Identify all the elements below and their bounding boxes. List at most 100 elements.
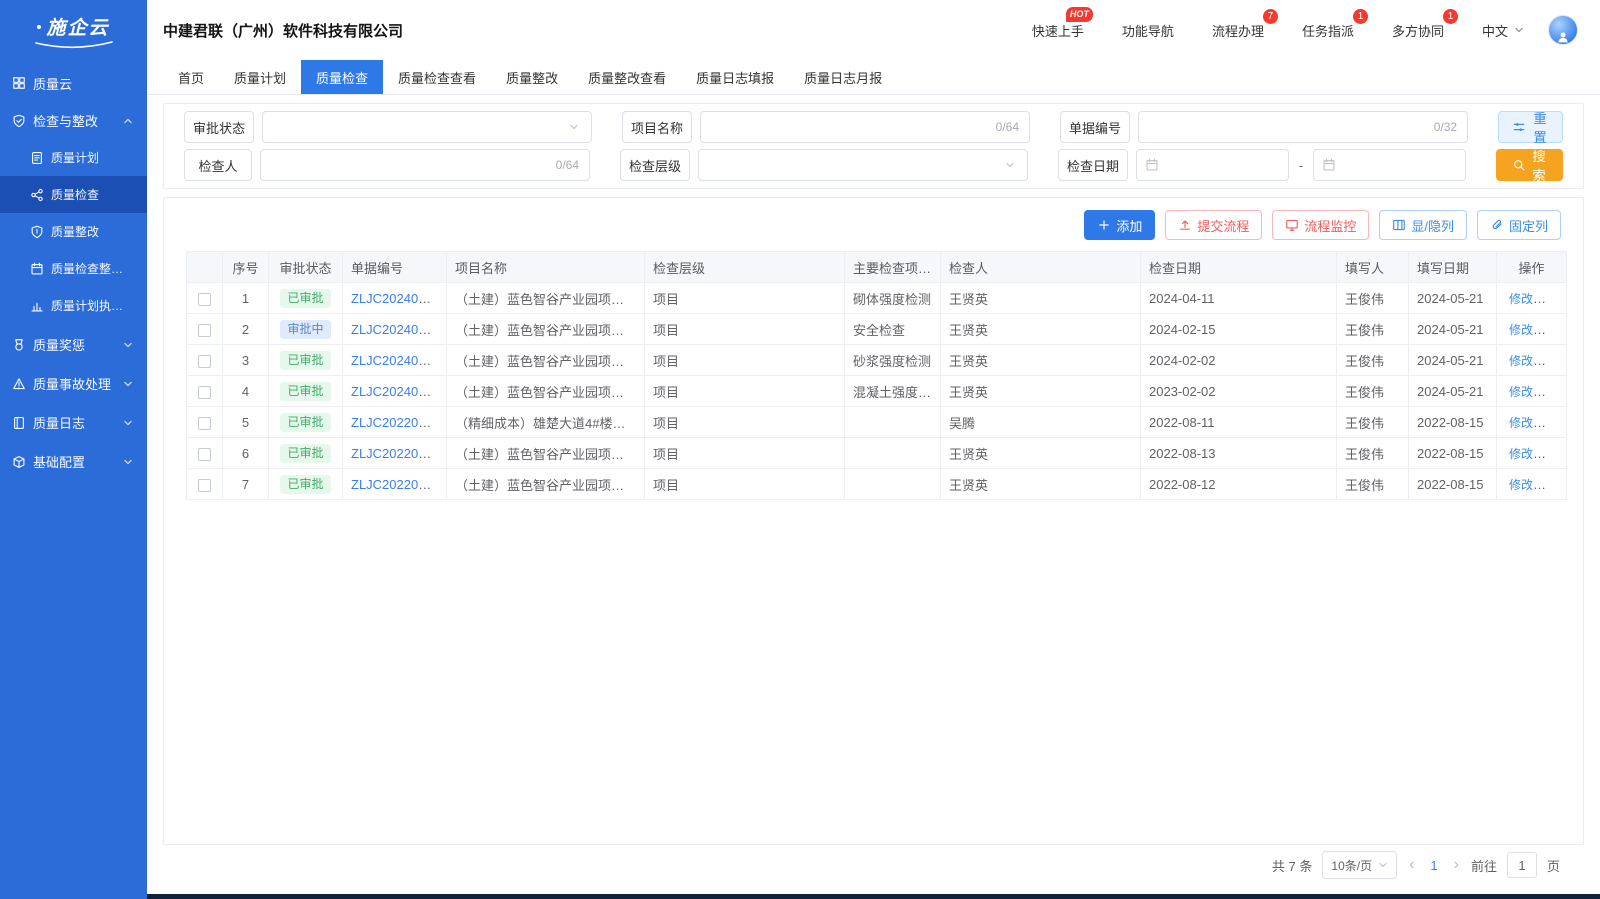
tab-quality-rectification-view[interactable]: 质量整改查看 bbox=[573, 60, 681, 94]
tab-quality-inspection[interactable]: 质量检查 bbox=[301, 60, 383, 94]
submit-process-button[interactable]: 提交流程 bbox=[1165, 210, 1262, 240]
page-size-select[interactable]: 10条/页 bbox=[1322, 851, 1397, 879]
row-checkbox[interactable] bbox=[198, 355, 211, 368]
approval-status-select[interactable] bbox=[262, 111, 592, 143]
edit-link[interactable]: 修改 bbox=[1509, 478, 1533, 492]
doc-number-link[interactable]: ZLJC2022080174 bbox=[351, 415, 447, 430]
sidebar-group-quality-rewards-penalties[interactable]: 质量奖惩 bbox=[0, 326, 147, 363]
nav-feature-navigation[interactable]: 功能导航 bbox=[1122, 21, 1174, 40]
filter-approval-status: 审批状态 bbox=[184, 111, 592, 143]
nav-multi-party-collaboration[interactable]: 多方协同1 bbox=[1392, 21, 1444, 40]
nav-process-handling[interactable]: 流程办理7 bbox=[1212, 21, 1264, 40]
toggle-columns-button[interactable]: 显/隐列 bbox=[1379, 210, 1467, 240]
cell-check-level: 项目 bbox=[645, 438, 845, 469]
cell-check-item bbox=[845, 438, 941, 469]
project-name-input[interactable]: 0/64 bbox=[700, 111, 1030, 143]
sidebar-item-quality-inspection[interactable]: 质量检查 bbox=[0, 176, 147, 213]
user-avatar[interactable] bbox=[1548, 15, 1578, 45]
edit-link[interactable]: 修改 bbox=[1509, 323, 1533, 337]
prev-page-button[interactable]: ‹ bbox=[1407, 856, 1416, 874]
config-icon bbox=[12, 455, 26, 469]
chevron-down-icon bbox=[121, 377, 135, 391]
col-header: 检查日期 bbox=[1141, 252, 1337, 283]
edit-link[interactable]: 修改 bbox=[1509, 354, 1533, 368]
sidebar-group-quality-accident-handling[interactable]: 质量事故处理 bbox=[0, 365, 147, 402]
check-level-select[interactable] bbox=[698, 149, 1028, 181]
goto-label: 前往 bbox=[1471, 856, 1497, 875]
edit-link[interactable]: 修改 bbox=[1509, 385, 1533, 399]
cell-check-item: 安全检查 bbox=[845, 314, 941, 345]
tab-quality-plan[interactable]: 质量计划 bbox=[219, 60, 301, 94]
app-root: 施企云 质量云检查与整改质量计划质量检查质量整改质量检查整改跟踪质量计划执行跟踪… bbox=[0, 0, 1600, 899]
sidebar-item-label: 质量检查整改跟踪 bbox=[51, 260, 135, 277]
top-nav: 快速上手HOT 功能导航 流程办理7 任务指派1 多方协同1 bbox=[1032, 21, 1444, 40]
doc-number-link[interactable]: ZLJC2024050446 bbox=[351, 291, 447, 306]
goto-suffix-label: 页 bbox=[1547, 856, 1560, 875]
sidebar-group-quality-log[interactable]: 质量日志 bbox=[0, 404, 147, 441]
row-checkbox[interactable] bbox=[198, 479, 211, 492]
cell-inspector: 王贤英 bbox=[941, 469, 1141, 500]
edit-link[interactable]: 修改 bbox=[1509, 416, 1533, 430]
nav-task-assignment[interactable]: 任务指派1 bbox=[1302, 21, 1354, 40]
filter-inspector: 检查人 0/64 bbox=[184, 149, 590, 181]
cell-check-item: 砌体强度检测 bbox=[845, 283, 941, 314]
plus-icon bbox=[1097, 218, 1111, 232]
cell-inspector: 吴腾 bbox=[941, 407, 1141, 438]
end-date-input[interactable] bbox=[1313, 149, 1466, 181]
row-checkbox[interactable] bbox=[198, 417, 211, 430]
nav-item-label: 流程办理 bbox=[1212, 24, 1264, 39]
tab-quality-log-fill[interactable]: 质量日志填报 bbox=[681, 60, 789, 94]
doc-number-link[interactable]: ZLJC2022080173 bbox=[351, 446, 447, 461]
tab-home[interactable]: 首页 bbox=[163, 60, 219, 94]
sidebar-item-quality-rectification[interactable]: 质量整改 bbox=[0, 213, 147, 250]
add-button[interactable]: 添加 bbox=[1084, 210, 1155, 240]
reset-button[interactable]: 重置 bbox=[1498, 111, 1563, 143]
doc-number-input[interactable]: 0/32 bbox=[1138, 111, 1468, 143]
edit-link[interactable]: 修改 bbox=[1509, 292, 1533, 306]
sidebar-group-inspection-and-rectification[interactable]: 检查与整改 bbox=[0, 102, 147, 139]
sidebar-group-label: 基础配置 bbox=[33, 452, 85, 471]
fix-columns-button[interactable]: 固定列 bbox=[1477, 210, 1561, 240]
doc-number-link[interactable]: ZLJC2022080172 bbox=[351, 477, 447, 492]
sidebar-item-inspection-rectification-tracking[interactable]: 质量检查整改跟踪 bbox=[0, 250, 147, 287]
shield-check-icon bbox=[12, 114, 26, 128]
goto-page-input[interactable] bbox=[1507, 852, 1537, 878]
row-checkbox[interactable] bbox=[198, 448, 211, 461]
col-header: 操作 bbox=[1497, 252, 1567, 283]
nav-quick-start[interactable]: 快速上手HOT bbox=[1032, 21, 1084, 40]
cell-writer: 王俊伟 bbox=[1337, 345, 1409, 376]
table-row: 3已审批ZLJC2024050444（土建）蓝色智谷产业园项目施工总承...项目… bbox=[187, 345, 1567, 376]
sidebar-item-quality-cloud[interactable]: 质量云 bbox=[0, 66, 147, 100]
col-header-select bbox=[187, 252, 223, 283]
cell-project-name: （土建）蓝色智谷产业园项目施工总承... bbox=[447, 314, 645, 345]
calendar-icon bbox=[1145, 158, 1159, 172]
current-page-number[interactable]: 1 bbox=[1426, 858, 1441, 873]
doc-number-link[interactable]: ZLJC2024050443 bbox=[351, 384, 447, 399]
tab-quality-log-monthly[interactable]: 质量日志月报 bbox=[789, 60, 897, 94]
sidebar-item-label: 质量检查 bbox=[51, 186, 99, 203]
search-button[interactable]: 搜索 bbox=[1496, 149, 1563, 181]
sidebar-group-basic-configuration[interactable]: 基础配置 bbox=[0, 443, 147, 480]
process-monitor-button[interactable]: 流程监控 bbox=[1272, 210, 1369, 240]
row-checkbox[interactable] bbox=[198, 324, 211, 337]
doc-number-link[interactable]: ZLJC2024050444 bbox=[351, 353, 447, 368]
filter-row1-spacer: 重置 bbox=[1498, 111, 1563, 143]
cell-inspector: 王贤英 bbox=[941, 376, 1141, 407]
language-switcher[interactable]: 中文 bbox=[1482, 21, 1526, 40]
doc-number-link[interactable]: ZLJC2024050445 bbox=[351, 322, 447, 337]
sidebar-item-plan-execution-tracking[interactable]: 质量计划执行跟踪 bbox=[0, 287, 147, 324]
edit-link[interactable]: 修改 bbox=[1509, 447, 1533, 461]
start-date-input[interactable] bbox=[1136, 149, 1289, 181]
app-logo: 施企云 bbox=[0, 0, 147, 62]
row-checkbox[interactable] bbox=[198, 293, 211, 306]
row-checkbox[interactable] bbox=[198, 386, 211, 399]
cell-seq: 1 bbox=[223, 283, 269, 314]
cell-check-date: 2024-02-15 bbox=[1141, 314, 1337, 345]
sidebar-group-label: 检查与整改 bbox=[33, 111, 98, 130]
tab-quality-inspection-view[interactable]: 质量检查查看 bbox=[383, 60, 491, 94]
tab-quality-rectification[interactable]: 质量整改 bbox=[491, 60, 573, 94]
next-page-button[interactable]: › bbox=[1452, 856, 1461, 874]
chevron-down-icon bbox=[1512, 23, 1526, 37]
inspector-input[interactable]: 0/64 bbox=[260, 149, 590, 181]
sidebar-item-quality-plan[interactable]: 质量计划 bbox=[0, 139, 147, 176]
